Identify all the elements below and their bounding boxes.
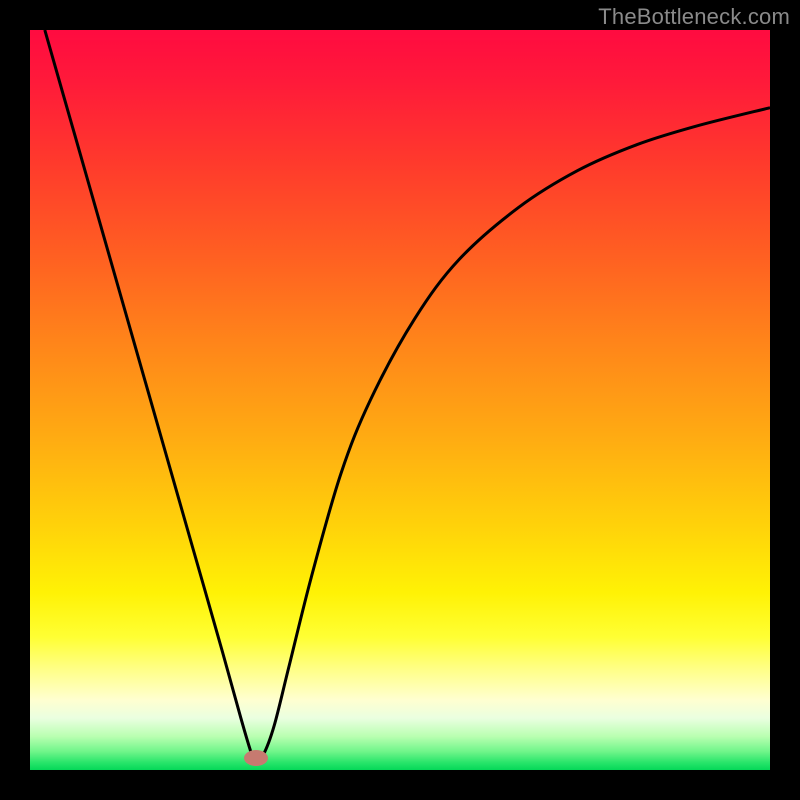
chart-frame: TheBottleneck.com bbox=[0, 0, 800, 800]
plot-area bbox=[30, 30, 770, 770]
watermark-text: TheBottleneck.com bbox=[598, 4, 790, 30]
optimal-point-marker bbox=[244, 750, 268, 766]
bottleneck-curve bbox=[30, 30, 770, 770]
